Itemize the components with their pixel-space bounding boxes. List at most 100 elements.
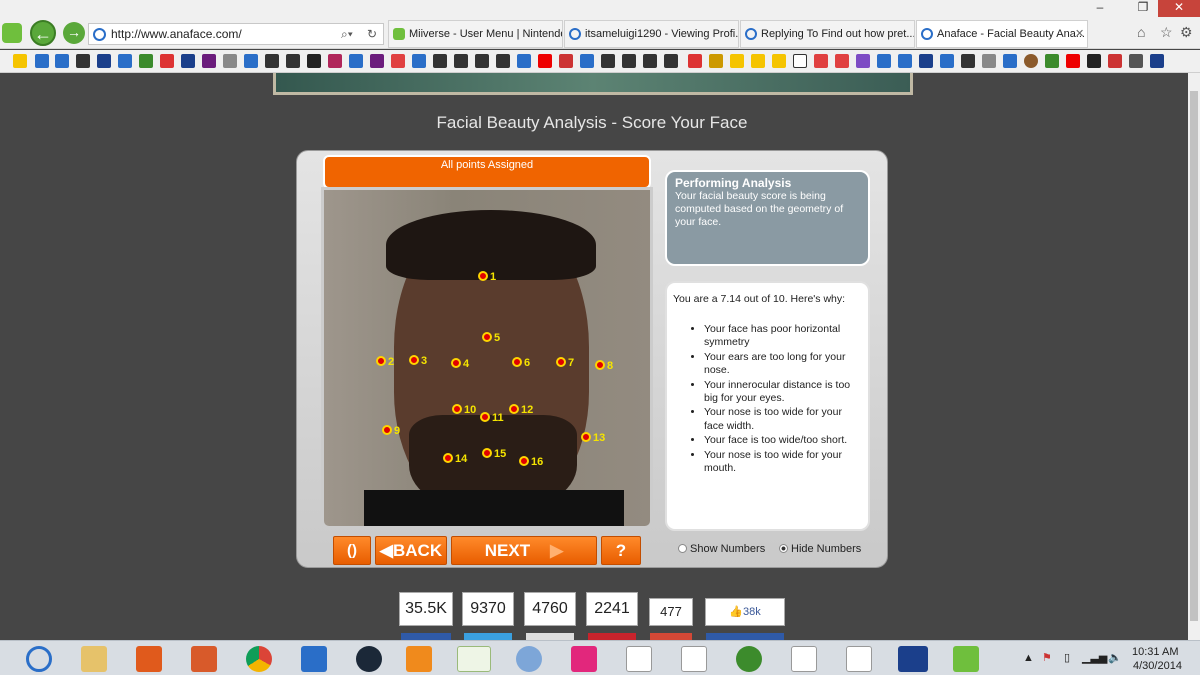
bookmark-icon[interactable]	[793, 54, 807, 68]
bookmark-icon[interactable]	[601, 54, 615, 68]
bookmark-icon[interactable]	[433, 54, 447, 68]
bookmark-icon[interactable]	[538, 54, 552, 68]
bookmark-icon[interactable]	[1087, 54, 1101, 68]
bookmark-icon[interactable]	[643, 54, 657, 68]
favorites-icon[interactable]	[13, 54, 27, 68]
search-icon[interactable]: ⌕▾	[341, 27, 353, 42]
bookmark-icon[interactable]	[223, 54, 237, 68]
bookmark-icon[interactable]	[1024, 54, 1038, 68]
chrome-icon[interactable]	[246, 646, 272, 672]
app-icon[interactable]	[571, 646, 597, 672]
show-numbers-radio[interactable]: Show Numbers	[678, 543, 765, 555]
bookmark-icon[interactable]	[370, 54, 384, 68]
bookmark-icon[interactable]	[244, 54, 258, 68]
maximize-button[interactable]: ❐	[1128, 0, 1158, 17]
translator-icon[interactable]	[301, 646, 327, 672]
bookmark-icon[interactable]	[55, 54, 69, 68]
bookmark-icon[interactable]	[202, 54, 216, 68]
steam-icon[interactable]	[356, 646, 382, 672]
bookmark-icon[interactable]	[286, 54, 300, 68]
scrollbar-thumb[interactable]	[1190, 91, 1198, 621]
facebook-like-count[interactable]: 👍38k	[705, 598, 785, 626]
address-bar[interactable]: http://www.anaface.com/ ⌕▾ ↻	[88, 23, 384, 45]
paint-icon[interactable]	[516, 646, 542, 672]
bookmark-icon[interactable]	[1108, 54, 1122, 68]
bookmark-icon[interactable]	[307, 54, 321, 68]
bookmark-icon[interactable]	[772, 54, 786, 68]
app-icon[interactable]	[736, 646, 762, 672]
bookmark-icon[interactable]	[76, 54, 90, 68]
bookmark-icon[interactable]	[961, 54, 975, 68]
media-player-icon[interactable]	[406, 646, 432, 672]
back-arrow-icon[interactable]: ←	[30, 20, 56, 46]
bookmark-icon[interactable]	[580, 54, 594, 68]
bookmark-icon[interactable]	[1066, 54, 1080, 68]
bookmark-icon[interactable]	[475, 54, 489, 68]
miiverse-tab-icon[interactable]	[2, 23, 22, 43]
gear-icon[interactable]: ⚙	[1180, 24, 1193, 41]
bookmark-icon[interactable]	[730, 54, 744, 68]
bookmark-icon[interactable]	[856, 54, 870, 68]
bookmark-icon[interactable]	[118, 54, 132, 68]
houzz-icon[interactable]	[953, 646, 979, 672]
bookmark-icon[interactable]	[835, 54, 849, 68]
forward-arrow-icon[interactable]: →	[63, 22, 85, 44]
bookmark-icon[interactable]	[139, 54, 153, 68]
signal-icon[interactable]: ▁▃▅	[1082, 651, 1107, 664]
googleplus-share-count[interactable]: 477	[649, 598, 693, 626]
bookmark-icon[interactable]	[181, 54, 195, 68]
bookmark-icon[interactable]	[814, 54, 828, 68]
bookmark-icon[interactable]	[622, 54, 636, 68]
bookmark-icon[interactable]	[412, 54, 426, 68]
bookmark-icon[interactable]	[328, 54, 342, 68]
flag-icon[interactable]: ⚑	[1042, 651, 1052, 664]
hide-numbers-radio[interactable]: Hide Numbers	[779, 543, 861, 555]
favorites-star-icon[interactable]: ☆	[1160, 24, 1173, 41]
bookmark-icon[interactable]	[898, 54, 912, 68]
bookmark-icon[interactable]	[940, 54, 954, 68]
close-tab-icon[interactable]: ✕	[1075, 21, 1084, 47]
bookmark-icon[interactable]	[1045, 54, 1059, 68]
tab-profile[interactable]: itsameluigi1290 - Viewing Profi...	[564, 20, 739, 48]
clock-date[interactable]: 4/30/2014	[1133, 660, 1182, 672]
app-icon[interactable]	[136, 646, 162, 672]
weather-channel-icon[interactable]	[898, 646, 928, 672]
twitter-share-count[interactable]: 9370	[462, 592, 514, 626]
bookmark-icon[interactable]	[1003, 54, 1017, 68]
youtube-icon[interactable]	[681, 646, 707, 672]
bookmark-icon[interactable]	[265, 54, 279, 68]
face-photo[interactable]: 1 2 3 4 5 6 7 8 9 10 11 12 13 14 15 16 1…	[321, 187, 653, 529]
back-button[interactable]: ◀BACK	[375, 536, 447, 565]
bookmark-icon[interactable]	[982, 54, 996, 68]
home-icon[interactable]: ⌂	[1137, 24, 1145, 40]
bookmark-icon[interactable]	[391, 54, 405, 68]
bookmark-icon[interactable]	[688, 54, 702, 68]
facebook-share-count[interactable]: 35.5K	[399, 592, 453, 626]
bookmark-icon[interactable]	[559, 54, 573, 68]
tab-miiverse[interactable]: Miiverse - User Menu | Nintendo	[388, 20, 563, 48]
internet-explorer-icon[interactable]	[26, 646, 52, 672]
bookmark-icon[interactable]	[751, 54, 765, 68]
file-explorer-icon[interactable]	[81, 646, 107, 672]
app-icon[interactable]	[791, 646, 817, 672]
url-text[interactable]: http://www.anaface.com/	[111, 27, 242, 41]
bookmark-icon[interactable]	[349, 54, 363, 68]
app-icon[interactable]	[846, 646, 872, 672]
bookmark-icon[interactable]	[1129, 54, 1143, 68]
chevron-up-icon[interactable]: ▲	[1023, 652, 1034, 664]
refresh-icon[interactable]: ↻	[367, 27, 377, 41]
tab-anaface[interactable]: Anaface - Facial Beauty Ana... ✕	[916, 20, 1088, 48]
volume-icon[interactable]: 🔈	[1108, 651, 1122, 664]
bookmark-icon[interactable]	[97, 54, 111, 68]
bookmark-icon[interactable]	[919, 54, 933, 68]
bookmark-icon[interactable]	[1150, 54, 1164, 68]
tab-replying[interactable]: Replying To Find out how pret...	[740, 20, 915, 48]
next-button[interactable]: NEXT ▶	[451, 536, 597, 565]
bookmark-icon[interactable]	[709, 54, 723, 68]
bookmark-icon[interactable]	[496, 54, 510, 68]
miiverse-taskbar-icon[interactable]	[457, 646, 491, 672]
clock-time[interactable]: 10:31 AM	[1132, 646, 1178, 658]
bookmark-icon[interactable]	[517, 54, 531, 68]
app-icon[interactable]	[191, 646, 217, 672]
bookmark-icon[interactable]	[664, 54, 678, 68]
